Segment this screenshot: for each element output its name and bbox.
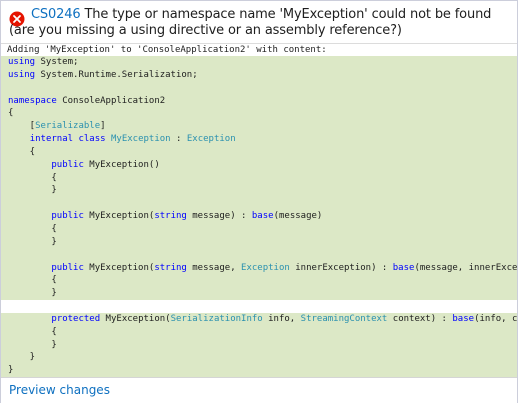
code-text: (message, innerExcep <box>414 262 517 273</box>
code-line: using System; <box>1 56 517 69</box>
code-text: : <box>170 134 187 145</box>
code-keyword: string <box>154 262 187 273</box>
code-line: protected MyException(SerializationInfo … <box>1 312 517 326</box>
code-text: } <box>8 185 57 196</box>
code-line: } <box>1 351 517 365</box>
code-text: { <box>8 108 14 119</box>
code-text: info, <box>262 313 301 324</box>
error-header: CS0246 The type or namespace name 'MyExc… <box>1 1 517 43</box>
code-text: } <box>8 236 57 247</box>
code-line: } <box>1 184 517 198</box>
code-text: } <box>8 339 57 350</box>
code-line: { <box>1 171 517 185</box>
code-line: { <box>1 145 517 159</box>
code-line <box>1 81 517 95</box>
code-text: } <box>8 352 36 363</box>
code-type: Exception <box>186 134 236 145</box>
footer: Preview changes <box>1 377 517 403</box>
code-text: { <box>8 275 57 286</box>
code-text: ] <box>100 121 106 132</box>
code-text: MyException( <box>83 211 155 222</box>
code-keyword: string <box>154 211 187 222</box>
code-line: } <box>1 287 517 301</box>
lightbulb-preview-popup: CS0246 The type or namespace name 'MyExc… <box>0 0 518 403</box>
code-text: message, <box>186 262 242 273</box>
code-keyword: using <box>8 69 36 80</box>
code-keyword: internal <box>29 134 74 145</box>
code-preview: using System; using System.Runtime.Serial… <box>1 56 517 377</box>
code-type: StreamingContext <box>300 313 388 324</box>
adding-description: Adding 'MyException' to 'ConsoleApplicat… <box>1 43 517 56</box>
code-line: public MyException() <box>1 158 517 172</box>
code-line: { <box>1 325 517 339</box>
code-line: [Serializable] <box>1 120 517 134</box>
code-text: System.Runtime.Serialization; <box>35 69 198 80</box>
error-text: The type or namespace name 'MyException'… <box>9 7 492 38</box>
code-line: } <box>1 235 517 249</box>
preview-changes-link[interactable]: Preview changes <box>9 383 110 397</box>
code-keyword: public <box>51 262 84 273</box>
code-text: MyException( <box>100 313 171 324</box>
code-text: message) : <box>186 211 252 222</box>
code-line: internal class MyException : Exception <box>1 133 517 146</box>
code-keyword: class <box>78 134 106 145</box>
error-message: CS0246 The type or namespace name 'MyExc… <box>9 7 513 39</box>
code-text: } <box>8 288 57 299</box>
code-line: { <box>1 222 517 236</box>
code-line: namespace ConsoleApplication2 <box>1 94 517 108</box>
code-text: [ <box>8 121 36 132</box>
code-text: ConsoleApplication2 <box>56 95 166 106</box>
error-code-link[interactable]: CS0246 <box>31 7 81 22</box>
code-keyword: public <box>51 211 84 222</box>
code-keyword: base <box>251 211 274 222</box>
code-text: { <box>8 172 57 183</box>
code-keyword: using <box>8 57 36 67</box>
code-keyword: public <box>51 159 84 170</box>
code-text: MyException( <box>83 262 155 273</box>
code-text: { <box>8 223 57 234</box>
code-text: (info, co <box>474 313 517 324</box>
code-line <box>1 300 517 313</box>
code-text: MyException() <box>83 159 160 170</box>
code-line: public MyException(string message, Excep… <box>1 261 517 275</box>
code-line <box>1 248 517 262</box>
code-keyword: protected <box>51 313 101 324</box>
code-text: { <box>8 326 57 337</box>
code-text: context) : <box>387 313 453 324</box>
code-text: { <box>8 146 36 157</box>
code-line: using System.Runtime.Serialization; <box>1 68 517 82</box>
code-line: } <box>1 364 517 377</box>
code-line: { <box>1 107 517 121</box>
code-keyword: base <box>452 313 475 324</box>
code-text: System; <box>35 57 79 67</box>
code-line: public MyException(string message) : bas… <box>1 210 517 223</box>
code-text: (message) <box>273 211 323 222</box>
code-text: } <box>8 365 14 376</box>
code-type: SerializationInfo <box>170 313 263 324</box>
code-line: } <box>1 338 517 352</box>
code-type: Serializable <box>35 121 101 132</box>
code-type: MyException <box>110 134 171 145</box>
code-line: { <box>1 274 517 288</box>
code-keyword: base <box>392 262 415 273</box>
code-text: innerException) : <box>289 262 393 273</box>
code-keyword: namespace <box>8 95 57 106</box>
code-line <box>1 197 517 211</box>
code-type: Exception <box>241 262 290 273</box>
